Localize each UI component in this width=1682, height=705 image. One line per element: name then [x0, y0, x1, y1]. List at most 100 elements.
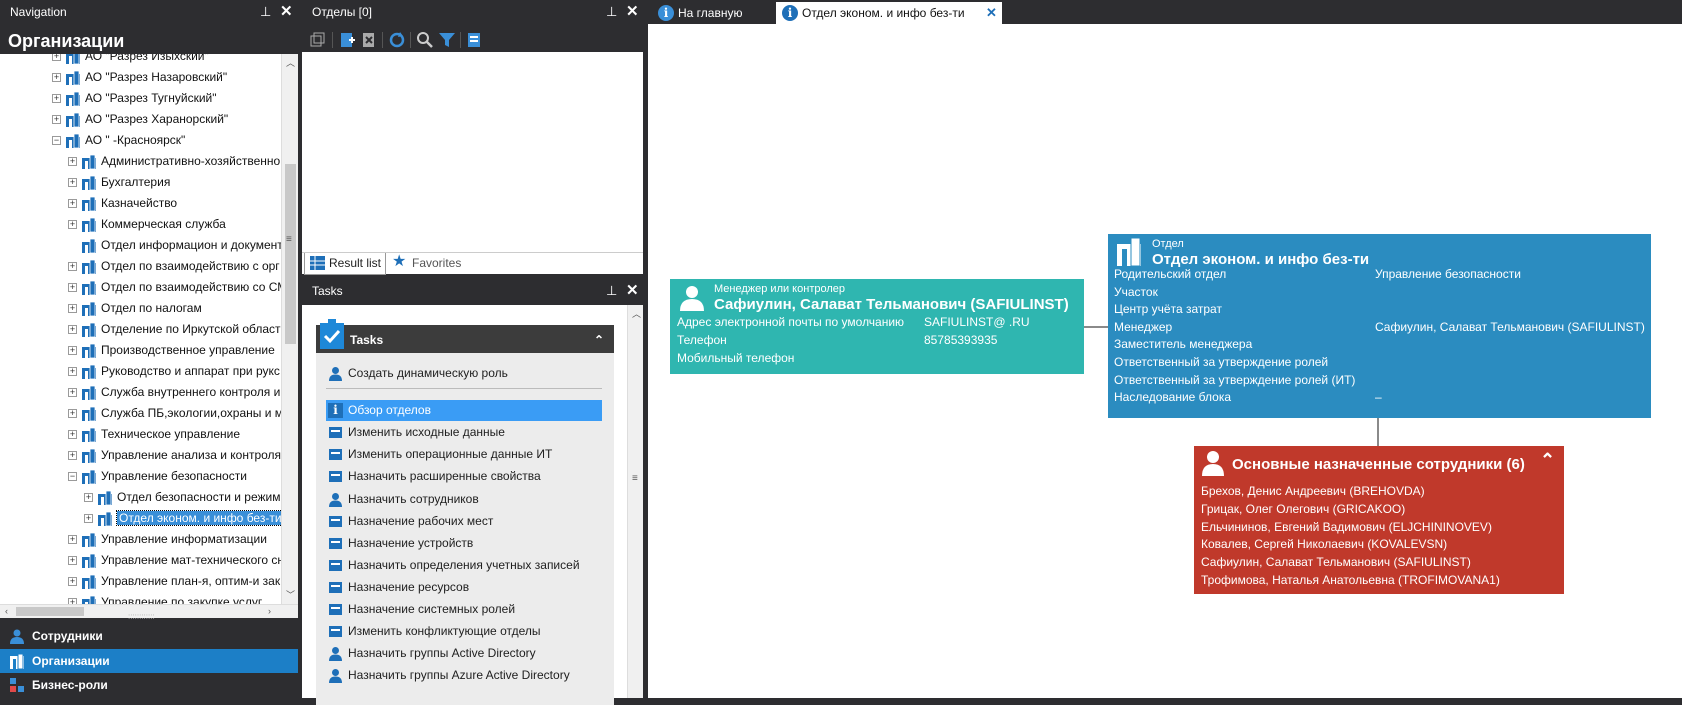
collapse-icon[interactable]: − [68, 472, 77, 482]
task-item[interactable]: Назначить группы Active Directory [326, 643, 602, 664]
expand-icon[interactable]: + [52, 115, 61, 125]
employee-link[interactable]: Трофимова, Наталья Анатольевна (TROFIMOV… [1201, 573, 1500, 587]
expand-icon[interactable]: + [68, 556, 77, 566]
expand-icon[interactable]: + [68, 535, 77, 545]
refresh-icon[interactable] [388, 31, 406, 49]
task-item[interactable]: Назначить определения учетных записей [326, 555, 602, 576]
close-icon[interactable]: ✕ [626, 279, 639, 303]
tab-favorites[interactable]: ★ Favorites [388, 253, 464, 275]
scroll-right-icon[interactable]: › [268, 606, 271, 616]
task-item[interactable]: Изменить операционные данные ИТ [326, 444, 602, 465]
employee-link[interactable]: Брехов, Денис Андреевич (BREHOVDA) [1201, 484, 1425, 498]
tree-item[interactable]: + Управление план-я, оптим-и зак [68, 571, 280, 592]
tree-item[interactable]: + Техническое управление [68, 424, 240, 445]
task-item[interactable]: Назначить группы Azure Active Directory [326, 665, 602, 686]
scroll-left-icon[interactable]: ‹ [5, 606, 8, 616]
tree-vertical-scrollbar[interactable]: ︿ ≡ ﹀ [281, 54, 298, 604]
employee-link[interactable]: Ельчининов, Евгений Вадимович (ELJCHININ… [1201, 520, 1492, 534]
department-card[interactable]: Отдел Отдел эконом. и инфо без-ти Родите… [1108, 234, 1651, 418]
tree-item[interactable]: + Бухгалтерия [68, 172, 170, 193]
tree-item[interactable]: Отдел информацион и документ [68, 235, 281, 256]
tree-item[interactable]: + Управление анализа и контроля [68, 445, 281, 466]
delete-icon[interactable] [360, 31, 378, 49]
tree-item[interactable]: + Отдел по взаимодействию с орг [68, 256, 280, 277]
tab-home[interactable]: i На главную [652, 2, 770, 24]
collapse-icon[interactable]: − [52, 136, 61, 146]
expand-icon[interactable]: + [68, 367, 77, 377]
expand-icon[interactable]: + [84, 514, 93, 524]
tab-result-list[interactable]: Result list [304, 253, 386, 275]
tree-item[interactable]: + Отдел безопасности и режим [84, 487, 280, 508]
tree-item[interactable]: + Управление информатизации [68, 529, 267, 550]
expand-icon[interactable]: + [52, 94, 61, 104]
collapse-icon[interactable]: ⌃ [594, 325, 604, 355]
tree-item[interactable]: + Отдел эконом. и инфо без-ти [84, 508, 281, 529]
scroll-thumb[interactable] [285, 164, 296, 344]
task-item[interactable]: Назначение устройств [326, 533, 602, 554]
scroll-up-icon[interactable]: ︿ [286, 56, 295, 69]
expand-icon[interactable]: + [84, 493, 93, 503]
scroll-up-icon[interactable]: ︿ [632, 307, 641, 320]
expand-icon[interactable]: + [68, 577, 77, 587]
org-tree[interactable]: + АО "Разрез Изыхский" + АО "Разрез Назаров… [0, 54, 281, 604]
copy-icon[interactable] [308, 31, 326, 49]
nav-item-organizations[interactable]: Организации [0, 649, 298, 673]
task-item[interactable]: Назначение ресурсов [326, 577, 602, 598]
employees-card[interactable]: Основные назначенные сотрудники (6) ⌃ Бр… [1194, 446, 1564, 594]
task-item[interactable]: Назначить сотрудников [326, 489, 602, 510]
expand-icon[interactable]: + [68, 346, 77, 356]
employee-link[interactable]: Сафиулин, Салават Тельманович (SAFIULINS… [1201, 555, 1471, 569]
expand-icon[interactable]: + [68, 199, 77, 209]
hscroll-thumb[interactable] [16, 607, 84, 616]
filter-icon[interactable] [438, 31, 456, 49]
tree-item[interactable]: + АО "Разрез Назаровский" [52, 67, 227, 88]
employee-link[interactable]: Ковалев, Сергей Николаевич (KOVALEVSN) [1201, 537, 1447, 551]
tree-item[interactable]: + Производственное управление [68, 340, 275, 361]
tree-item[interactable]: + АО "Разрез Изыхский" [52, 54, 209, 67]
expand-icon[interactable]: + [68, 430, 77, 440]
pin-icon[interactable]: ⊥ [260, 0, 271, 24]
tree-item[interactable]: + АО "Разрез Тугнуйский" [52, 88, 217, 109]
expand-icon[interactable]: + [68, 325, 77, 335]
tree-item[interactable]: + АО "Разрез Харанорский" [52, 109, 228, 130]
close-icon[interactable]: ✕ [626, 0, 639, 24]
tree-item[interactable]: + Управление по закупке услуг [68, 592, 262, 604]
close-icon[interactable]: ✕ [986, 2, 997, 24]
expand-icon[interactable]: + [68, 283, 77, 293]
tasks-box-header[interactable]: Tasks ⌃ [316, 319, 614, 355]
export-icon[interactable] [466, 31, 484, 49]
task-item[interactable]: i Обзор отделов [326, 400, 602, 422]
tree-item[interactable]: + Управление мат-технического сн [68, 550, 281, 571]
tree-item[interactable]: + Коммерческая служба [68, 214, 226, 235]
expand-icon[interactable]: + [52, 73, 61, 83]
manager-card[interactable]: Менеджер или контролер Сафиулин, Салават… [670, 279, 1084, 374]
expand-icon[interactable]: + [68, 178, 77, 188]
close-icon[interactable]: ✕ [280, 0, 293, 24]
task-item[interactable]: Назначить расширенные свойства [326, 466, 602, 487]
tree-item[interactable]: + Административно-хозяйственно [68, 151, 280, 172]
tab-department[interactable]: i Отдел эконом. и инфо без-ти ✕ [776, 2, 1002, 24]
tree-item[interactable]: + Отдел по взаимодействию со СМ [68, 277, 281, 298]
tree-item[interactable]: − АО " -Красноярск" [52, 130, 185, 151]
tree-item[interactable]: + Руководство и аппарат при рукс [68, 361, 280, 382]
expand-icon[interactable]: + [68, 409, 77, 419]
expand-icon[interactable]: + [68, 304, 77, 314]
employee-link[interactable]: Грицак, Олег Олегович (GRICAKOO) [1201, 502, 1405, 516]
scroll-down-icon[interactable]: ﹀ [286, 588, 295, 601]
task-item[interactable]: Назначение системных ролей [326, 599, 602, 620]
search-icon[interactable] [416, 31, 434, 49]
pin-icon[interactable]: ⊥ [606, 0, 617, 24]
task-item[interactable]: Изменить исходные данные [326, 422, 602, 443]
task-item[interactable]: Создать динамическую роль [326, 363, 602, 384]
expand-icon[interactable]: + [68, 262, 77, 272]
expand-icon[interactable]: + [68, 388, 77, 398]
nav-item-employees[interactable]: Сотрудники [0, 624, 298, 648]
expand-icon[interactable]: + [68, 157, 77, 167]
tree-item[interactable]: − Управление безопасности [68, 466, 247, 487]
pin-icon[interactable]: ⊥ [606, 279, 617, 303]
tree-item[interactable]: + Служба внутреннего контроля и [68, 382, 280, 403]
tree-item[interactable]: + Служба ПБ,экологии,охраны и м [68, 403, 281, 424]
task-item[interactable]: Изменить конфликтующие отделы [326, 621, 602, 642]
tasks-vertical-scrollbar[interactable]: ︿ ≡ [627, 305, 643, 698]
nav-item-business-roles[interactable]: Бизнес-роли [0, 673, 298, 697]
